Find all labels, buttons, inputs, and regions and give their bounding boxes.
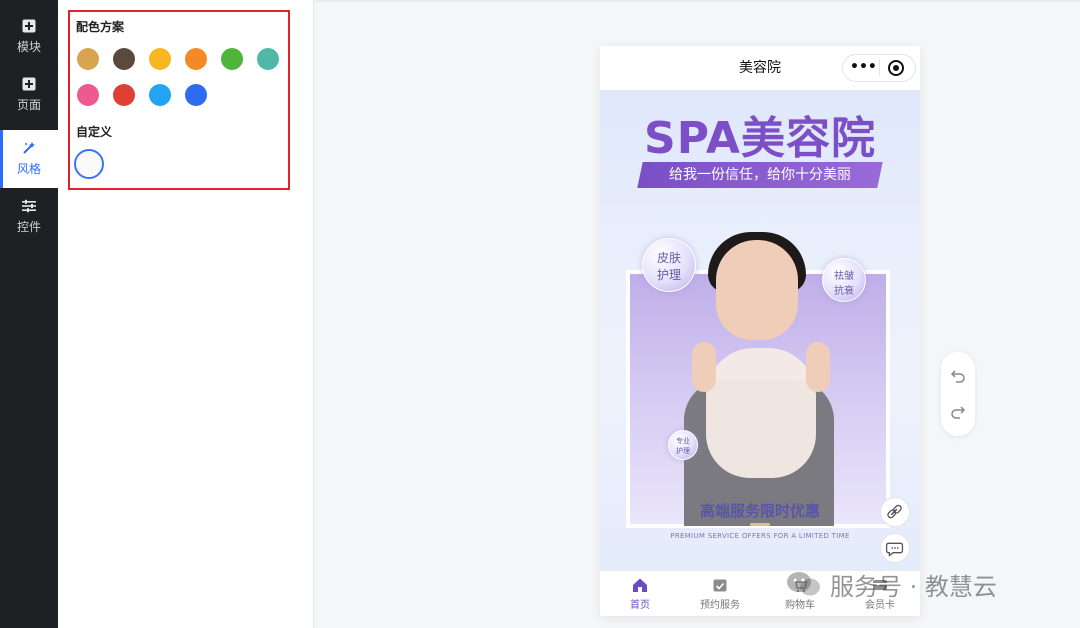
plus-square-icon: [22, 19, 36, 33]
model-face: [716, 240, 798, 340]
promo-divider: [750, 523, 770, 526]
tab-home[interactable]: 首页: [600, 571, 680, 616]
model-hand-right: [806, 342, 830, 392]
color-swatch[interactable]: [257, 48, 279, 70]
hero-banner[interactable]: SPA美容院 给我一份信任，给你十分美丽 皮肤 护理 祛皱 抗衰 专业 护理 高…: [600, 90, 920, 572]
promo-subtitle: PREMIUM SERVICE OFFERS FOR A LIMITED TIM…: [670, 532, 850, 540]
color-swatch[interactable]: [77, 48, 99, 70]
capsule-divider: [879, 60, 880, 76]
chat-icon: [885, 542, 904, 557]
wechat-icon: [787, 572, 820, 596]
home-icon: [633, 578, 647, 592]
banner-ribbon-text: 给我一份信任，给你十分美丽: [669, 167, 851, 183]
banner-title: SPA美容院: [644, 113, 876, 164]
rail-item-style[interactable]: 风格: [0, 130, 58, 188]
phone-preview: 美容院 ••• SPA美容院 给我一份信任，给你十分美丽 皮肤 护理 祛皱 抗衰…: [600, 46, 920, 616]
color-swatch[interactable]: [185, 84, 207, 106]
color-swatch[interactable]: [185, 48, 207, 70]
link-icon: [887, 504, 902, 519]
tab-booking[interactable]: 预约服务: [680, 571, 760, 616]
promo-title: 高端服务限时优惠: [699, 502, 820, 520]
mini-program-header: 美容院 •••: [600, 46, 920, 90]
rail-item-label: 页面: [16, 98, 41, 112]
watermark-text: 服务号 · 教慧云: [830, 572, 997, 601]
magic-wand-icon: [23, 142, 35, 154]
sliders-icon: [22, 199, 36, 213]
canvas-top-border: [315, 0, 1080, 2]
model-hand-left: [692, 342, 716, 392]
undo-icon[interactable]: [948, 366, 968, 386]
color-swatch[interactable]: [113, 84, 135, 106]
rail-item-pages[interactable]: 页面: [0, 66, 58, 124]
rail-item-label: 模块: [16, 40, 41, 54]
color-swatch[interactable]: [113, 48, 135, 70]
color-swatch[interactable]: [221, 48, 243, 70]
custom-color-picker[interactable]: [74, 149, 104, 179]
face-mask: [706, 348, 816, 478]
plus-square-icon: [22, 77, 36, 91]
calendar-check-icon: [713, 579, 727, 592]
rail-item-label: 风格: [16, 162, 41, 176]
more-dots-icon[interactable]: •••: [850, 58, 877, 78]
color-swatch[interactable]: [149, 48, 171, 70]
redo-icon[interactable]: [948, 402, 968, 422]
close-target-icon[interactable]: [888, 60, 904, 76]
color-swatch[interactable]: [149, 84, 171, 106]
capsule-menu: •••: [842, 54, 916, 82]
feature-bubble: 祛皱 抗衰: [822, 258, 866, 302]
feature-bubble: 皮肤 护理: [642, 238, 696, 292]
feature-bubble: 专业 护理: [668, 430, 698, 460]
rail-item-modules[interactable]: 模块: [0, 8, 58, 66]
rail-item-label: 控件: [16, 220, 41, 234]
color-scheme-section: 配色方案 自定义: [68, 10, 290, 190]
style-config-panel: 配色方案 自定义: [58, 0, 314, 628]
watermark: 服务号 · 教慧云: [786, 566, 997, 602]
color-scheme-title: 配色方案: [76, 20, 125, 34]
rail-item-controls[interactable]: 控件: [0, 188, 58, 246]
left-rail: 模块 页面 风格 控件: [0, 0, 58, 628]
custom-color-title: 自定义: [76, 125, 113, 139]
float-chat-button[interactable]: [880, 533, 910, 563]
history-controls: [941, 352, 975, 436]
color-swatch[interactable]: [77, 84, 99, 106]
float-share-button[interactable]: [880, 497, 910, 527]
